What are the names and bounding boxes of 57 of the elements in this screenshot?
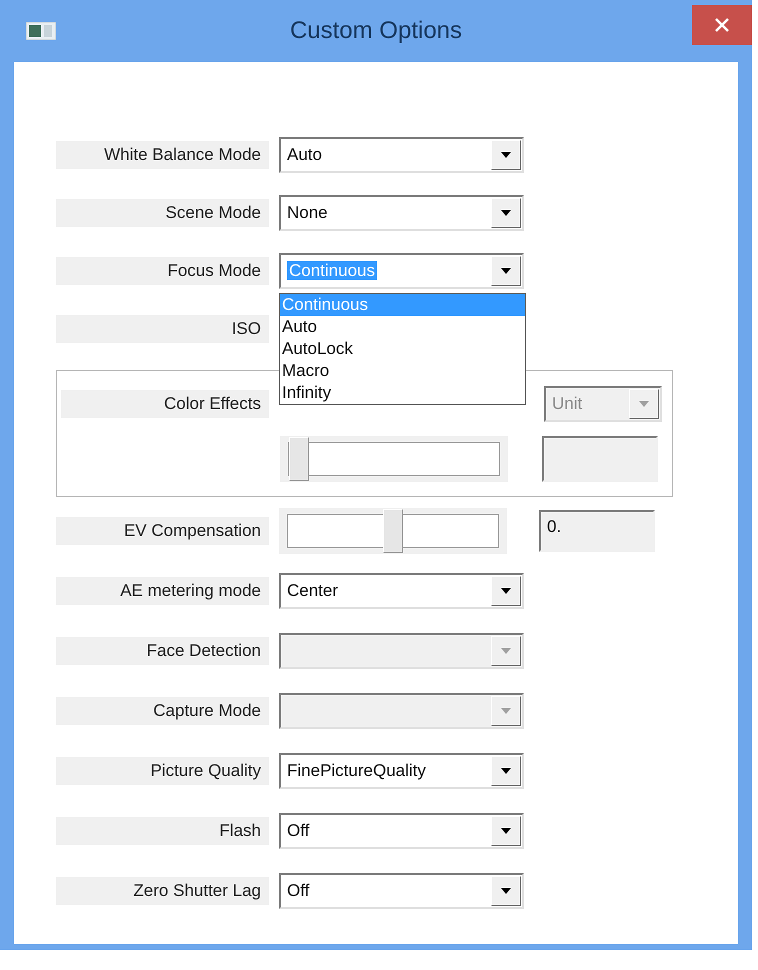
dropdown-option[interactable]: Auto [280, 316, 525, 338]
slider-thumb[interactable] [289, 437, 309, 481]
dropdown-button[interactable] [491, 876, 521, 906]
dropdown-button[interactable] [491, 256, 521, 286]
dropdown-value: None [287, 203, 328, 222]
slider-thumb[interactable] [383, 509, 403, 553]
value-field[interactable]: 0. [539, 510, 655, 552]
dropdown-button[interactable] [491, 816, 521, 846]
caret-icon [501, 268, 511, 274]
dropdown-field[interactable]: Off [279, 873, 524, 909]
slider[interactable] [280, 436, 508, 482]
dropdown-button[interactable] [491, 198, 521, 228]
caret-icon [501, 828, 511, 834]
dropdown-value: Center [287, 581, 338, 600]
dropdown-value: Off [287, 881, 310, 900]
dropdown-option[interactable]: AutoLock [280, 338, 525, 360]
dropdown-value: Unit [552, 394, 582, 414]
field-label: Zero Shutter Lag [56, 877, 269, 905]
field-label: ISO [56, 315, 269, 343]
close-icon [715, 18, 729, 32]
dropdown-option[interactable]: Macro [280, 360, 525, 382]
caret-icon [501, 768, 511, 774]
field-label: Picture Quality [56, 757, 269, 785]
dropdown-field[interactable]: FinePictureQuality [279, 753, 524, 789]
dropdown-button[interactable] [491, 756, 521, 786]
field-label: Scene Mode [56, 199, 269, 227]
caret-icon [501, 210, 511, 216]
caret-icon [501, 152, 511, 158]
field-label: AE metering mode [56, 577, 269, 605]
dropdown-field[interactable]: None [279, 195, 524, 231]
field-label: Color Effects [61, 390, 269, 418]
field-label: EV Compensation [56, 517, 269, 545]
window-title: Custom Options [288, 16, 464, 46]
caret-icon [501, 708, 511, 714]
dropdown-value: Off [287, 821, 310, 840]
dropdown-field[interactable]: Auto [279, 137, 524, 173]
window-icon [26, 22, 56, 40]
caret-icon [639, 401, 649, 407]
field-label: Face Detection [56, 637, 269, 665]
field-label: Focus Mode [56, 257, 269, 285]
dropdown-button[interactable] [491, 140, 521, 170]
dropdown-value: FinePictureQuality [287, 761, 426, 780]
field-label: Capture Mode [56, 697, 269, 725]
slider[interactable] [279, 508, 507, 554]
field-label: Flash [56, 817, 269, 845]
dropdown-button[interactable] [491, 576, 521, 606]
dropdown-field[interactable]: Off [279, 813, 524, 849]
dropdown-value: Auto [287, 145, 322, 164]
caret-icon [501, 888, 511, 894]
caret-icon [501, 588, 511, 594]
close-button[interactable] [692, 5, 752, 45]
caret-icon [501, 648, 511, 654]
field-label: White Balance Mode [56, 141, 269, 169]
dropdown-field[interactable]: Center [279, 573, 524, 609]
dropdown-option[interactable]: Infinity [280, 382, 525, 404]
dropdown-value: Continuous [287, 261, 378, 280]
value-field[interactable] [542, 436, 658, 482]
